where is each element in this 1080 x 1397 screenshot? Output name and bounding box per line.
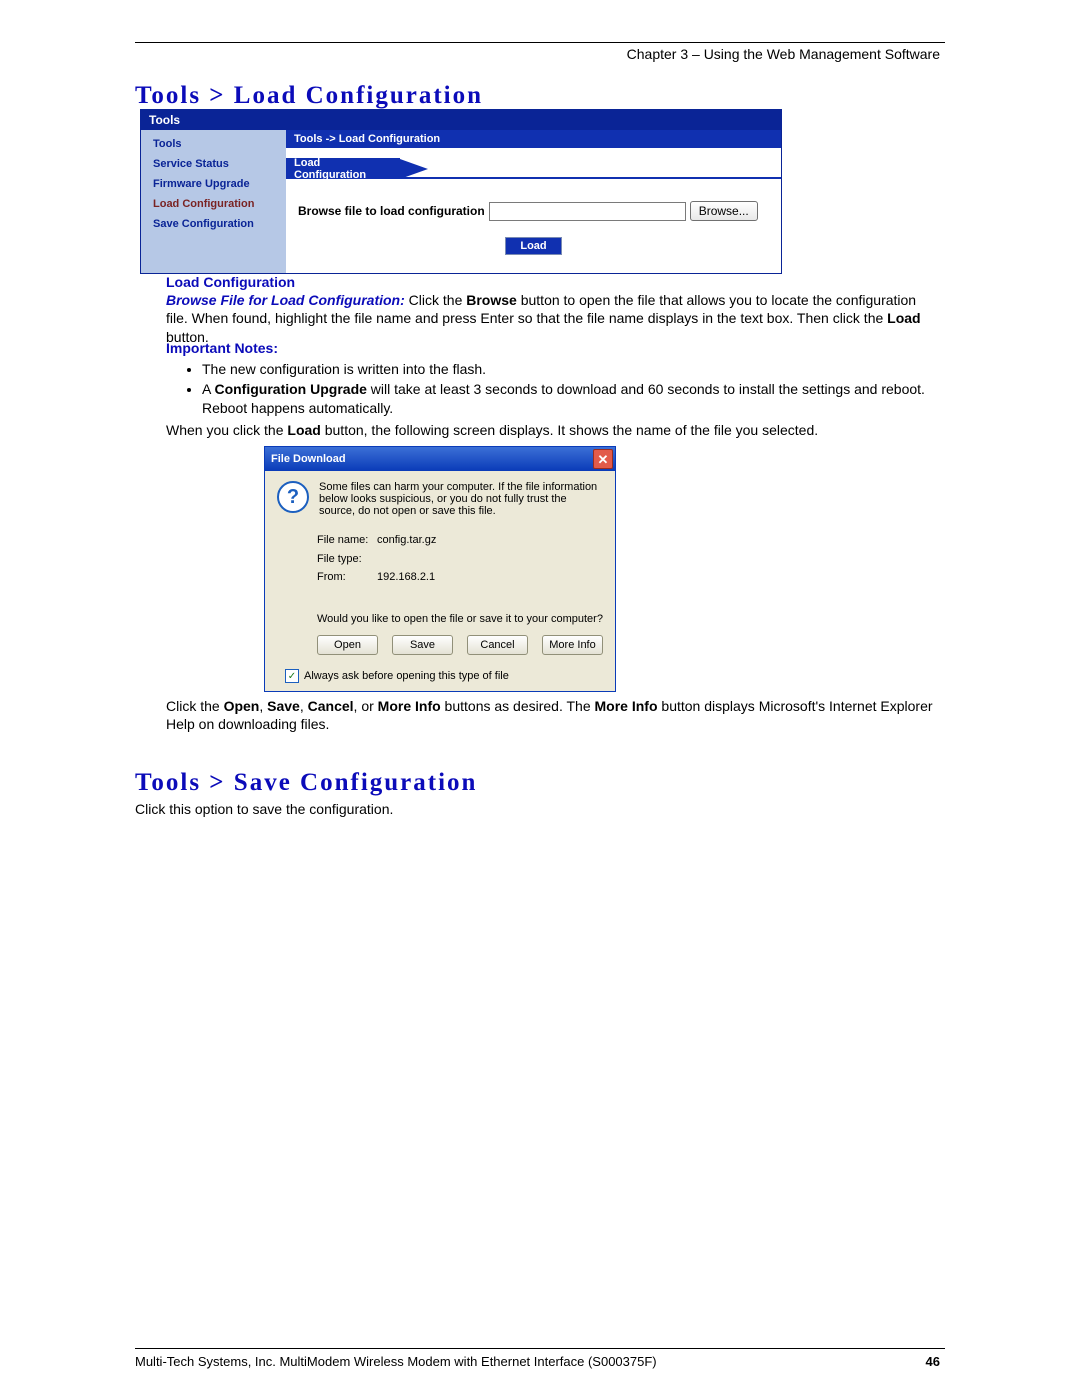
close-icon[interactable]: ✕ <box>593 449 613 469</box>
banner-arrow-icon <box>400 159 428 179</box>
footer-rule <box>135 1348 945 1349</box>
important-notes-block: Important Notes: The new configuration i… <box>166 339 940 419</box>
load-result-paragraph: When you click the Load button, the foll… <box>166 421 940 439</box>
load-config-subhead: Load Configuration <box>166 273 940 291</box>
browse-file-lead: Browse File for Load Configuration: <box>166 292 405 308</box>
load-button[interactable]: Load <box>505 237 561 255</box>
always-ask-label: Always ask before opening this type of f… <box>304 670 509 682</box>
section-title-load: Tools > Load Configuration <box>135 82 483 110</box>
filename-value: config.tar.gz <box>377 531 436 550</box>
t: Click the <box>405 292 466 308</box>
sidebar-item-tools[interactable]: Tools <box>141 134 286 154</box>
load-config-form: Browse file to load configuration Browse… <box>286 179 781 273</box>
from-value: 192.168.2.1 <box>377 568 435 587</box>
notes-list: The new configuration is written into th… <box>166 360 940 417</box>
from-label: From: <box>317 568 377 587</box>
browse-file-label: Browse file to load configuration <box>298 204 485 218</box>
load-config-description: Load Configuration Browse File for Load … <box>166 273 940 346</box>
file-path-input[interactable] <box>489 202 686 221</box>
filename-label: File name: <box>317 531 377 550</box>
sidebar-item-service-status[interactable]: Service Status <box>141 154 286 174</box>
after-dialog-paragraph: Click the Open, Save, Cancel, or More In… <box>166 697 940 733</box>
sidebar: Tools Service Status Firmware Upgrade Lo… <box>141 130 286 273</box>
section-banner: Load Configuration <box>286 158 781 179</box>
content-pane: Tools -> Load Configuration Load Configu… <box>286 130 781 273</box>
nav-header-bar: Tools <box>141 110 781 130</box>
header-rule <box>135 42 945 43</box>
question-icon: ? <box>277 481 309 513</box>
note-item: A Configuration Upgrade will take at lea… <box>202 380 940 416</box>
dialog-button-row: Open Save Cancel More Info <box>317 635 603 655</box>
chapter-label: Chapter 3 – Using the Web Management Sof… <box>627 46 940 62</box>
section-banner-label: Load Configuration <box>286 158 400 179</box>
always-ask-checkbox[interactable]: ✓ <box>285 669 299 683</box>
always-ask-row[interactable]: ✓ Always ask before opening this type of… <box>285 665 603 683</box>
page-number: 46 <box>926 1354 940 1369</box>
footer-text: Multi-Tech Systems, Inc. MultiModem Wire… <box>135 1354 657 1369</box>
tools-panel: Tools Tools Service Status Firmware Upgr… <box>140 109 782 274</box>
dialog-body: ? Some files can harm your computer. If … <box>265 471 615 691</box>
sidebar-item-firmware-upgrade[interactable]: Firmware Upgrade <box>141 174 286 194</box>
important-notes-head: Important Notes: <box>166 340 278 356</box>
open-button[interactable]: Open <box>317 635 378 655</box>
dialog-title: File Download <box>271 453 346 465</box>
cancel-button[interactable]: Cancel <box>467 635 528 655</box>
document-page: Chapter 3 – Using the Web Management Sof… <box>0 0 1080 1397</box>
sidebar-item-load-configuration[interactable]: Load Configuration <box>141 194 286 214</box>
more-info-button[interactable]: More Info <box>542 635 603 655</box>
section-title-save: Tools > Save Configuration <box>135 769 477 797</box>
dialog-prompt: Would you like to open the file or save … <box>317 613 603 625</box>
save-config-paragraph: Click this option to save the configurat… <box>135 800 940 818</box>
sidebar-item-save-configuration[interactable]: Save Configuration <box>141 214 286 234</box>
t: Load <box>887 310 920 326</box>
dialog-warning-text: Some files can harm your computer. If th… <box>319 481 603 517</box>
browse-button[interactable]: Browse... <box>690 201 758 221</box>
file-download-dialog: File Download ✕ ? Some files can harm yo… <box>264 446 616 692</box>
breadcrumb: Tools -> Load Configuration <box>286 130 781 148</box>
note-item: The new configuration is written into th… <box>202 360 940 378</box>
filetype-label: File type: <box>317 550 377 569</box>
save-button[interactable]: Save <box>392 635 453 655</box>
dialog-titlebar: File Download ✕ <box>265 447 615 471</box>
file-info: File name: config.tar.gz File type: From… <box>317 531 603 587</box>
t: Browse <box>466 292 517 308</box>
